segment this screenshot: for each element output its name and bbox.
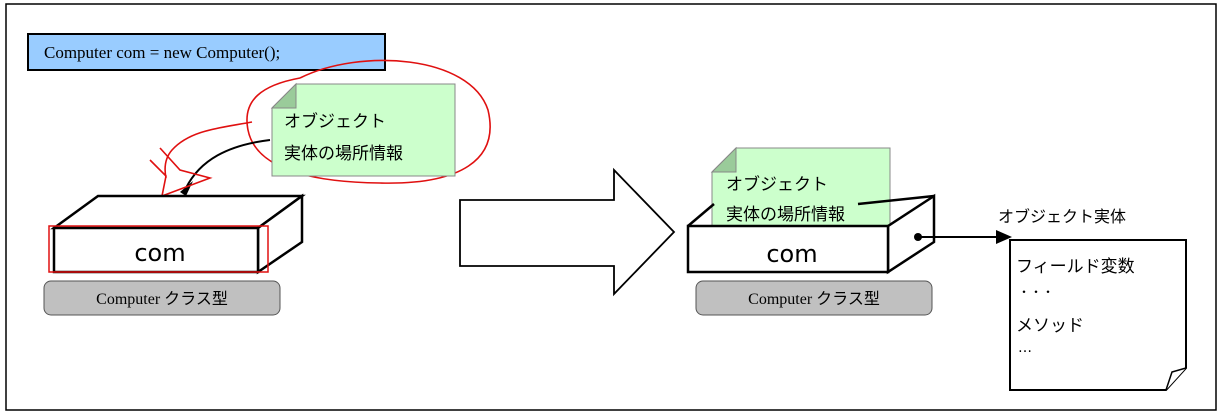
left-variable-box: com — [50, 193, 306, 275]
object-field-label: フィールド変数 — [1016, 257, 1135, 277]
object-instance-page: フィールド変数 ・・・ メソッド … — [1009, 239, 1187, 391]
right-note-line1: オブジェクト — [726, 174, 828, 195]
left-note-line1: オブジェクト — [284, 111, 386, 132]
object-method-label: メソッド — [1016, 316, 1084, 336]
right-note-line2: 実体の場所情報 — [726, 205, 845, 225]
left-location-note: オブジェクト 実体の場所情報 — [270, 82, 456, 177]
left-variable-label: com — [134, 239, 185, 267]
object-field-ellipsis: ・・・ — [1018, 285, 1054, 299]
left-type-label: Computer クラス型 — [96, 290, 228, 308]
object-method-ellipsis: … — [1018, 340, 1032, 356]
code-statement-box: Computer com = new Computer(); — [27, 33, 386, 71]
right-location-note: オブジェクト 実体の場所情報 — [710, 146, 891, 239]
right-type-label: Computer クラス型 — [748, 290, 880, 308]
left-type-label-box: Computer クラス型 — [43, 280, 281, 316]
object-instance-title: オブジェクト実体 — [998, 207, 1126, 226]
right-type-label-box: Computer クラス型 — [695, 280, 933, 316]
class-variable-diagram: Computer com = new Computer(); オブジェクト 実体… — [5, 3, 1217, 411]
code-statement-text: Computer com = new Computer(); — [44, 43, 280, 62]
right-variable-label: com — [766, 240, 817, 268]
left-note-line2: 実体の場所情報 — [284, 144, 403, 164]
